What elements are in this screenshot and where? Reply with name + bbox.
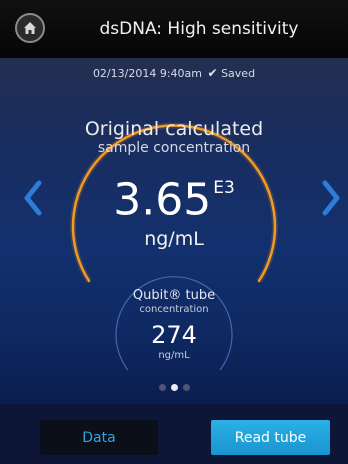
next-result-button[interactable] [316, 176, 346, 220]
qubit-value: 274 [151, 321, 197, 349]
qubit-label: Qubit® tube [132, 288, 216, 303]
result-value-block: 3.65 E3 [60, 164, 288, 231]
result-value: 3.65 [113, 174, 212, 226]
page-dot[interactable] [158, 384, 166, 391]
chevron-right-icon [322, 180, 340, 216]
data-button[interactable]: Data [40, 420, 158, 455]
result-label: Original calculated [84, 118, 264, 140]
result-exponent: E3 [213, 178, 235, 198]
qubit-unit: ng/mL [158, 350, 190, 361]
page-dot[interactable] [182, 384, 190, 391]
result-unit: ng/mL [144, 228, 204, 250]
qubit-sublabel: concentration [139, 304, 209, 315]
previous-result-button[interactable] [18, 176, 48, 220]
chevron-left-icon [24, 180, 42, 216]
result-sublabel: sample concentration [97, 140, 251, 156]
app-screen: dsDNA: High sensitivity 02/13/2014 9:40a… [0, 0, 348, 464]
read-tube-button[interactable]: Read tube [211, 420, 330, 455]
page-indicator [0, 384, 348, 391]
page-dot-active[interactable] [170, 384, 178, 391]
